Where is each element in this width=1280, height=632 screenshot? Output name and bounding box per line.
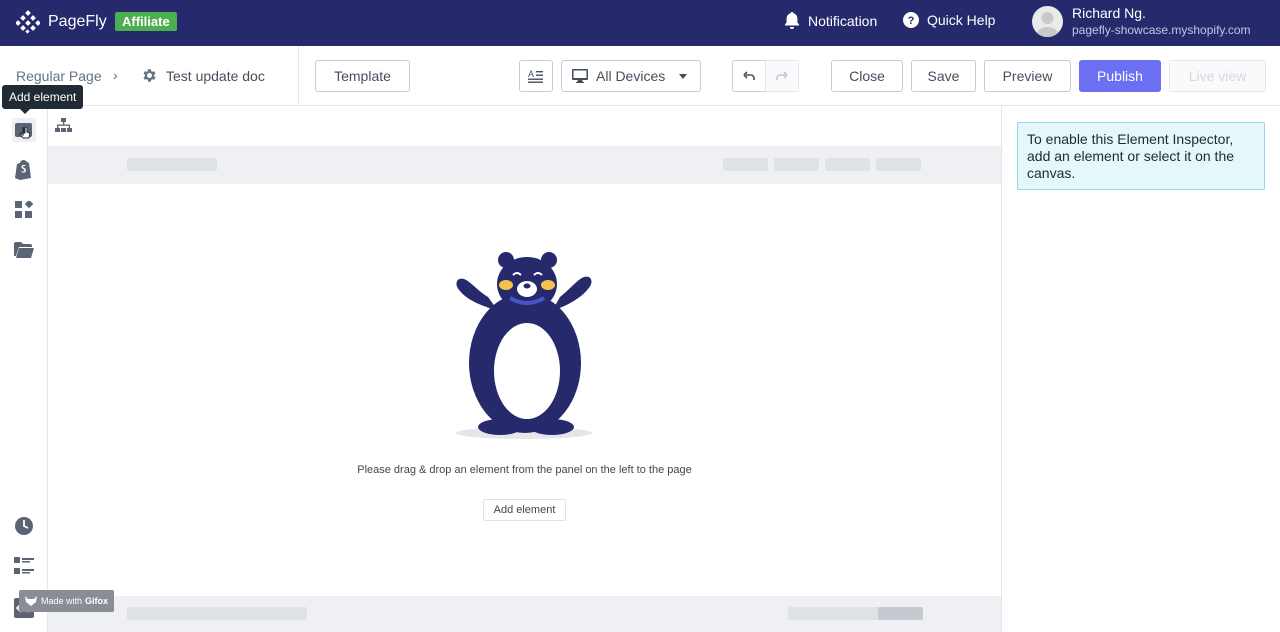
page-title[interactable]: Test update doc — [166, 68, 265, 84]
help-icon: ? — [903, 12, 919, 28]
save-button[interactable]: Save — [911, 60, 976, 92]
inspector-info-banner: To enable this Element Inspector, add an… — [1017, 122, 1265, 190]
gifox-watermark: Made with Gifox — [19, 590, 115, 612]
desktop-icon — [572, 69, 588, 83]
quick-help-label: Quick Help — [927, 12, 996, 28]
brand-name: PageFly — [48, 13, 107, 30]
pagefly-logo[interactable]: PageFly — [16, 10, 107, 34]
svg-text:A: A — [528, 69, 534, 79]
breadcrumb-regular-page[interactable]: Regular Page — [16, 68, 102, 84]
header-nav-placeholder — [774, 158, 819, 171]
toolbar-divider — [298, 46, 299, 106]
bell-icon — [785, 12, 799, 29]
device-select[interactable]: All Devices — [561, 60, 701, 92]
footer-button-placeholder — [878, 607, 923, 620]
canvas-header-placeholder — [48, 146, 1001, 184]
close-button[interactable]: Close — [831, 60, 903, 92]
store-domain: pagefly-showcase.myshopify.com — [1072, 23, 1251, 37]
caret-down-icon — [679, 74, 687, 79]
user-menu[interactable]: Richard Ng. pagefly-showcase.myshopify.c… — [1032, 5, 1251, 38]
editor-toolbar: Regular Page › Test update doc Template … — [0, 46, 1280, 106]
text-align-icon: A — [528, 69, 543, 83]
footer-text-placeholder — [127, 607, 307, 620]
add-element-button[interactable]: Add element — [483, 499, 566, 521]
text-format-button[interactable]: A — [519, 60, 553, 92]
notification-label: Notification — [808, 12, 878, 29]
widgets-icon[interactable] — [12, 198, 36, 222]
preview-button[interactable]: Preview — [984, 60, 1071, 92]
watermark-brand: Gifox — [85, 596, 109, 606]
user-name: Richard Ng. — [1072, 5, 1146, 21]
gear-icon[interactable] — [141, 67, 158, 84]
add-element-icon[interactable] — [12, 118, 36, 142]
bear-mascot-illustration — [456, 252, 592, 439]
header-nav-placeholder — [825, 158, 870, 171]
empty-canvas-message: Please drag & drop an element from the p… — [357, 464, 692, 476]
add-element-tooltip: Add element — [2, 85, 84, 114]
list-icon[interactable] — [12, 554, 36, 578]
live-view-button[interactable]: Live view — [1169, 60, 1266, 92]
left-sidebar — [0, 106, 48, 632]
canvas-footer-placeholder — [48, 596, 1001, 632]
element-inspector-panel: To enable this Element Inspector, add an… — [1001, 106, 1280, 632]
breadcrumb-separator: › — [113, 67, 118, 83]
device-select-value: All Devices — [596, 68, 666, 84]
header-logo-placeholder — [127, 158, 217, 171]
redo-icon — [776, 71, 788, 80]
top-header: PageFly Affiliate Notification ? Quick H… — [0, 0, 1280, 46]
pagefly-logo-icon — [16, 10, 40, 34]
affiliate-badge[interactable]: Affiliate — [115, 12, 177, 31]
header-nav-placeholder — [876, 158, 921, 171]
header-nav-placeholder — [723, 158, 768, 171]
publish-button[interactable]: Publish — [1079, 60, 1161, 92]
shopify-icon[interactable] — [12, 158, 36, 182]
gifox-logo-icon — [25, 596, 37, 606]
avatar — [1032, 6, 1063, 37]
undo-icon — [743, 71, 755, 80]
layers-tree-icon[interactable] — [55, 118, 72, 133]
quick-help-button[interactable]: ? Quick Help — [903, 12, 995, 28]
template-button[interactable]: Template — [315, 60, 410, 92]
folder-icon[interactable] — [12, 238, 36, 262]
editor-canvas[interactable]: Please drag & drop an element from the p… — [48, 106, 1001, 632]
svg-text:?: ? — [908, 15, 915, 27]
history-icon[interactable] — [12, 514, 36, 538]
watermark-made-with: Made with — [41, 596, 83, 606]
redo-button[interactable] — [765, 60, 799, 92]
notification-button[interactable]: Notification — [784, 12, 877, 29]
undo-button[interactable] — [732, 60, 766, 92]
